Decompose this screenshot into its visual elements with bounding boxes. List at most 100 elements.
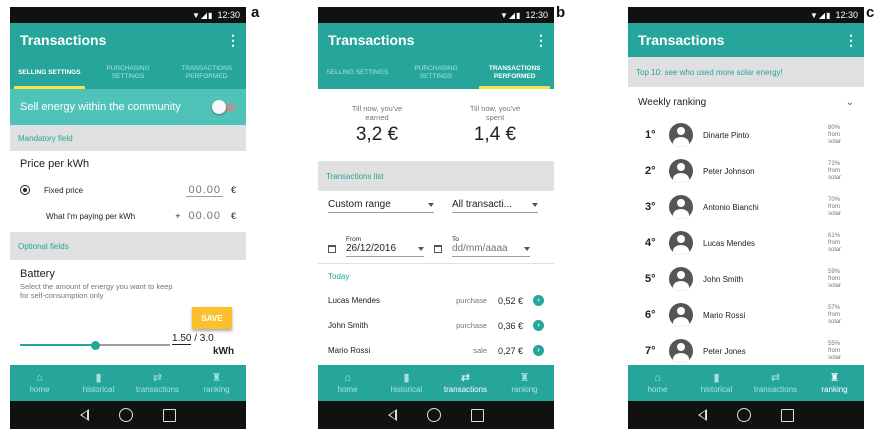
rank-pct-value: 55% [828,340,841,347]
home-circle-icon[interactable] [119,408,133,422]
nav-home[interactable]: ⌂ home [10,365,69,401]
fixed-price-input[interactable]: 00.00 [186,184,223,197]
range-dropdown[interactable]: Custom range [328,199,434,213]
rank-position: 3° [645,201,656,213]
chevron-right-icon[interactable]: › [533,295,544,306]
to-date-field[interactable]: dd/mm/aaaa [452,243,530,257]
earned-summary: Till now, you've earned 3,2 € [318,104,436,146]
rank-pct-from: from [828,239,840,246]
transaction-row[interactable]: Mario Rossi sale 0,27 € › [318,338,554,363]
fixed-price-row: Fixed price 00.00 € [10,177,246,203]
tab-selling-settings[interactable]: SELLING SETTINGS [318,57,397,89]
recent-apps-icon[interactable] [781,408,794,422]
tab-transactions-performed[interactable]: TRANSACTIONS PERFORMED [475,57,554,89]
bottom-navigation: ⌂ home ▮ historical ⇄ transactions ♜ ranking [318,365,554,401]
home-circle-icon[interactable] [737,408,751,422]
rank-pct-solar: solar [828,210,842,217]
battery-slider-fill [20,344,95,346]
ranking-row[interactable]: 7° Peter Jones 55% from solar [628,333,864,369]
tab-selling-settings[interactable]: SELLING SETTINGS [10,57,89,89]
ranking-row[interactable]: 3° Antonio Bianchi 70% from solar [628,189,864,225]
mandatory-section-header: Mandatory field [10,125,246,151]
type-dropdown[interactable]: All transacti... [452,199,538,213]
rank-percentage: 59% from solar [828,269,854,290]
paying-per-kwh-input[interactable]: 00.00 [186,210,223,222]
avatar [669,303,693,327]
chevron-down-icon[interactable]: ⌄ [846,97,854,108]
avatar [669,339,693,363]
back-icon[interactable] [698,409,707,421]
battery-title: Battery [20,268,55,280]
rank-name: Mario Rossi [703,310,746,320]
avatar [669,195,693,219]
nav-ranking[interactable]: ♜ ranking [495,365,554,401]
status-time: 12:30 [835,10,858,20]
rank-pct-from: from [828,167,840,174]
back-icon[interactable] [80,409,89,421]
type-dropdown-value: All transacti... [452,199,513,210]
fixed-price-radio[interactable] [20,185,30,195]
nav-historical[interactable]: ▮ historical [69,365,128,401]
nav-ranking-label: ranking [511,385,538,394]
recent-apps-icon[interactable] [163,408,176,422]
back-icon[interactable] [388,409,397,421]
tab-purchasing-settings[interactable]: PURCHASING SETTINGS [397,57,476,89]
summary-row: Till now, you've earned 3,2 € Till now, … [318,89,554,161]
ranking-row[interactable]: 4° Lucas Mendes 61% from solar [628,225,864,261]
ranking-row[interactable]: 6° Mario Rossi 57% from solar [628,297,864,333]
overflow-menu-icon[interactable]: ⋮ [534,32,548,49]
rank-name: Peter Jones [703,346,746,356]
from-date-field[interactable]: 26/12/2016 [346,243,424,257]
sell-energy-label: Sell energy within the community [20,101,181,113]
app-title: Transactions [638,32,725,48]
bar-chart-icon: ▮ [403,372,410,384]
home-circle-icon[interactable] [427,408,441,422]
sell-energy-toggle[interactable] [212,99,236,114]
battery-slider[interactable] [20,340,170,350]
rank-percentage: 80% from solar [828,125,854,146]
recent-apps-icon[interactable] [471,408,484,422]
chevron-down-icon [428,202,434,207]
nav-historical[interactable]: ▮ historical [377,365,436,401]
nav-home[interactable]: ⌂ home [628,365,687,401]
nav-transactions[interactable]: ⇄ transactions [746,365,805,401]
transaction-row[interactable]: Lucas Mendes purchase 0,52 € › [318,288,554,313]
battery-slider-thumb[interactable] [90,340,100,350]
transaction-row[interactable]: John Smith purchase 0,36 € › [318,313,554,338]
rank-percentage: 70% from solar [828,197,854,218]
transaction-type: purchase [456,296,487,305]
rank-position: 7° [645,345,656,357]
paying-sign: + [175,211,181,221]
chevron-right-icon[interactable]: › [533,345,544,356]
battery-value-input[interactable]: 1.50 [172,333,192,345]
chevron-right-icon[interactable]: › [533,320,544,331]
avatar [669,159,693,183]
save-button[interactable]: SAVE [192,307,232,329]
transaction-amount: 0,52 € [497,295,523,306]
overflow-menu-icon[interactable]: ⋮ [226,32,240,49]
ranking-row[interactable]: 5° John Smith 59% from solar [628,261,864,297]
ranking-row[interactable]: 1° Dinarte Pinto 80% from solar [628,117,864,153]
rank-pct-solar: solar [828,174,842,181]
nav-ranking-label: ranking [203,385,230,394]
battery-unit: kWh [213,346,235,357]
phone-screen-ranking: ▼◢▮ 12:30 Transactions ⋮ Top 10: see who… [628,7,864,429]
price-title: Price per kWh [20,158,90,170]
nav-ranking[interactable]: ♜ ranking [187,365,246,401]
weekly-ranking-header[interactable]: Weekly ranking ⌄ [628,87,864,117]
nav-transactions[interactable]: ⇄ transactions [128,365,187,401]
nav-ranking[interactable]: ♜ ranking [805,365,864,401]
rank-position: 5° [645,273,656,285]
nav-transactions[interactable]: ⇄ transactions [436,365,495,401]
trophy-icon: ♜ [211,372,222,384]
rank-name: Peter Johnson [703,166,755,176]
ranking-row[interactable]: 2° Peter Johnson 72% from solar [628,153,864,189]
trophy-icon: ♜ [519,372,530,384]
tab-transactions-performed[interactable]: TRANSACTIONS PERFORMED [167,57,246,89]
nav-historical-label: historical [700,385,733,394]
overflow-menu-icon[interactable]: ⋮ [844,32,858,49]
tab-purchasing-settings[interactable]: PURCHASING SETTINGS [89,57,168,89]
rank-name: Antonio Bianchi [703,202,759,212]
nav-home[interactable]: ⌂ home [318,365,377,401]
nav-historical[interactable]: ▮ historical [687,365,746,401]
